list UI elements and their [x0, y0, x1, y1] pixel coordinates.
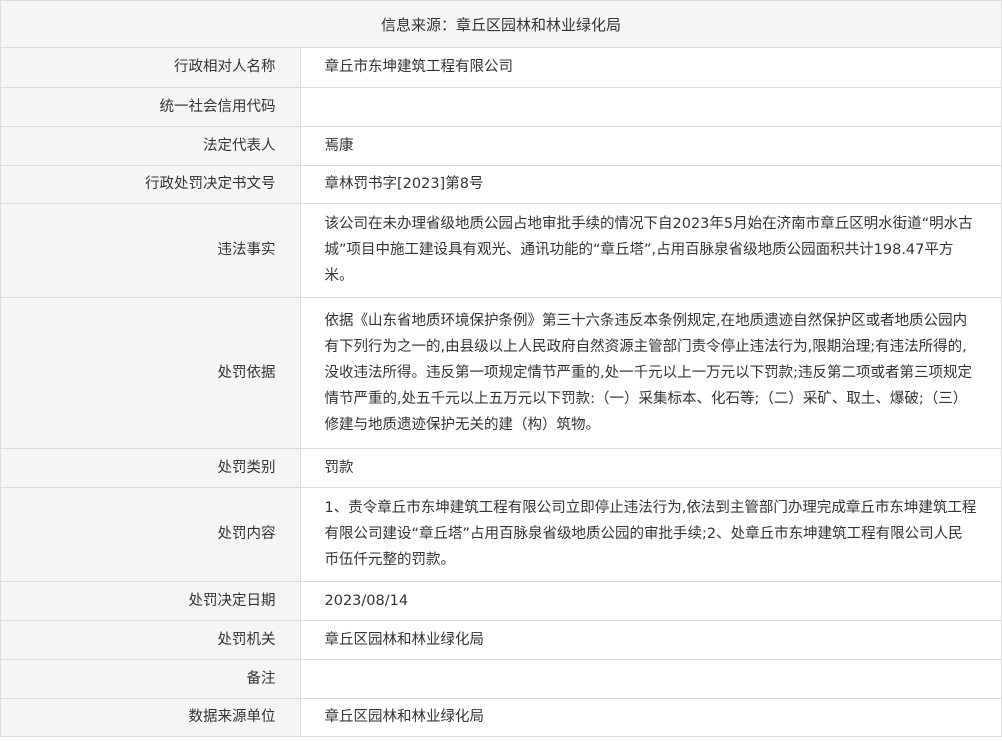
info-panel: 信息来源：章丘区园林和林业绿化局 行政相对人名称 章丘市东坤建筑工程有限公司 统…	[0, 0, 1002, 737]
row-label: 处罚决定日期	[1, 581, 301, 621]
source-label: 信息来源：	[380, 15, 456, 34]
row-label: 行政处罚决定书文号	[1, 165, 301, 204]
penalty-info-table: 行政相对人名称 章丘市东坤建筑工程有限公司 统一社会信用代码 法定代表人 焉康 …	[1, 48, 1001, 737]
row-value: 1、责令章丘市东坤建筑工程有限公司立即停止违法行为,依法到主管部门办理完成章丘市…	[300, 487, 1001, 582]
source-header-text: 信息来源：章丘区园林和林业绿化局	[381, 14, 621, 35]
row-label: 处罚类别	[1, 448, 301, 488]
row-remarks: 备注	[1, 659, 1001, 699]
row-label: 违法事实	[1, 203, 301, 298]
row-penalty-basis: 处罚依据 依据《山东省地质环境保护条例》第三十六条违反本条例规定,在地质遗迹自然…	[1, 297, 1001, 449]
row-value: 依据《山东省地质环境保护条例》第三十六条违反本条例规定,在地质遗迹自然保护区或者…	[300, 297, 1001, 449]
row-value: 章丘区园林和林业绿化局	[300, 620, 1001, 660]
row-decision-number: 行政处罚决定书文号 章林罚书字[2023]第8号	[1, 165, 1001, 204]
row-legal-representative: 法定代表人 焉康	[1, 126, 1001, 166]
source-value: 章丘区园林和林业绿化局	[456, 15, 622, 34]
row-penalty-authority: 处罚机关 章丘区园林和林业绿化局	[1, 620, 1001, 660]
row-party-name: 行政相对人名称 章丘市东坤建筑工程有限公司	[1, 48, 1001, 88]
row-label: 备注	[1, 659, 301, 699]
row-value	[300, 87, 1001, 127]
row-value: 章丘区园林和林业绿化局	[300, 698, 1001, 737]
row-value: 该公司在未办理省级地质公园占地审批手续的情况下自2023年5月始在济南市章丘区明…	[300, 203, 1001, 298]
row-label: 数据来源单位	[1, 698, 301, 737]
row-value: 2023/08/14	[300, 581, 1001, 621]
row-credit-code: 统一社会信用代码	[1, 87, 1001, 127]
row-label: 行政相对人名称	[1, 48, 301, 88]
row-label: 统一社会信用代码	[1, 87, 301, 127]
row-penalty-content: 处罚内容 1、责令章丘市东坤建筑工程有限公司立即停止违法行为,依法到主管部门办理…	[1, 487, 1001, 582]
row-label: 处罚内容	[1, 487, 301, 582]
row-label: 法定代表人	[1, 126, 301, 166]
row-data-source-unit: 数据来源单位 章丘区园林和林业绿化局	[1, 698, 1001, 737]
row-value	[300, 659, 1001, 699]
row-value: 焉康	[300, 126, 1001, 166]
row-label: 处罚机关	[1, 620, 301, 660]
row-label: 处罚依据	[1, 297, 301, 449]
source-header: 信息来源：章丘区园林和林业绿化局	[1, 0, 1001, 48]
row-violation-facts: 违法事实 该公司在未办理省级地质公园占地审批手续的情况下自2023年5月始在济南…	[1, 203, 1001, 298]
row-value: 罚款	[300, 448, 1001, 488]
row-value: 章丘市东坤建筑工程有限公司	[300, 48, 1001, 88]
row-value: 章林罚书字[2023]第8号	[300, 165, 1001, 204]
row-decision-date: 处罚决定日期 2023/08/14	[1, 581, 1001, 621]
row-penalty-type: 处罚类别 罚款	[1, 448, 1001, 488]
